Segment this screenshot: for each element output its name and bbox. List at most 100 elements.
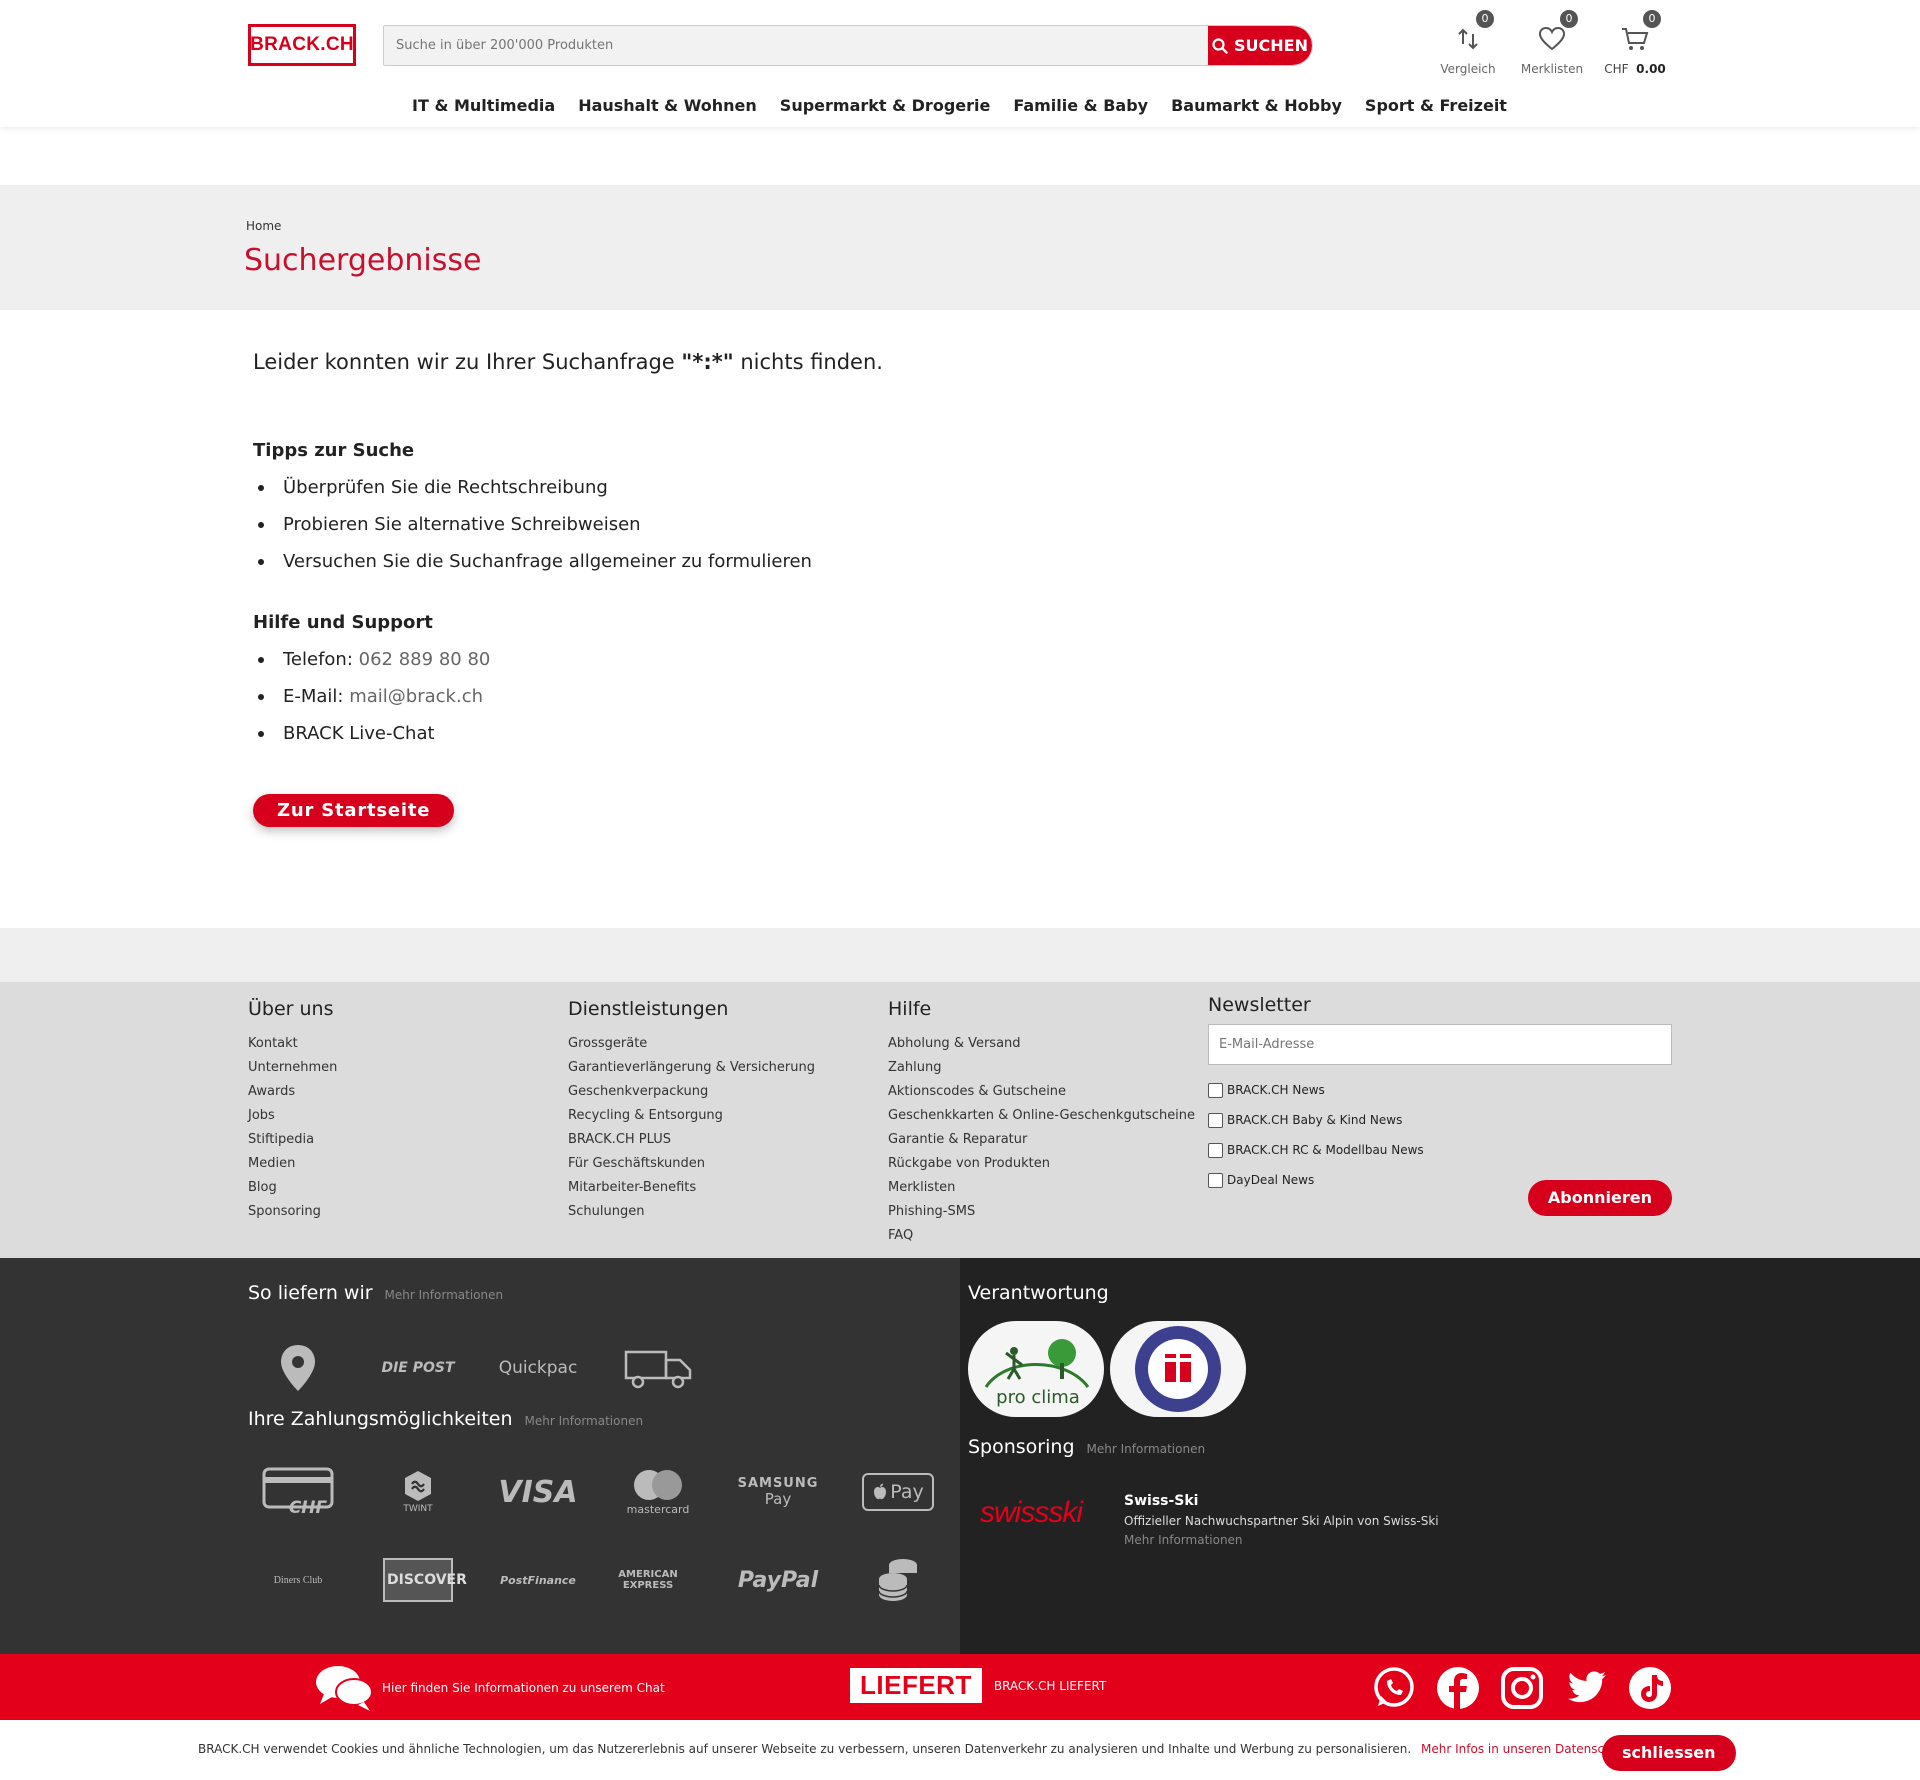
delivery-more-link[interactable]: Mehr Informationen xyxy=(385,1288,504,1302)
chf-card-text: CHF xyxy=(289,1498,328,1517)
footer-link[interactable]: Grossgeräte xyxy=(568,1032,815,1056)
footer-link[interactable]: Blog xyxy=(248,1176,337,1200)
quickpac-logo: Quickpac xyxy=(498,1358,578,1378)
nav-haushalt-wohnen[interactable]: Haushalt & Wohnen xyxy=(578,96,757,115)
newsletter-option-label: BRACK.CH RC & Modellbau News xyxy=(1227,1143,1424,1157)
twitter-icon[interactable] xyxy=(1564,1666,1608,1710)
responsibility-title: Verantwortung xyxy=(968,1282,1109,1304)
sponsoring-heading: Sponsoring Mehr Informationen xyxy=(968,1436,1205,1458)
search-input[interactable] xyxy=(384,26,1208,65)
brack-logo[interactable]: BRACK.CH xyxy=(248,24,356,66)
compare-link[interactable]: 0 Vergleich xyxy=(1428,10,1508,76)
footer-link[interactable]: Awards xyxy=(248,1080,337,1104)
email-label: E-Mail: xyxy=(283,686,344,707)
footer-link[interactable]: Geschenkverpackung xyxy=(568,1080,815,1104)
postfinance-logo: PostFinance xyxy=(500,1573,576,1587)
newsletter-email-field[interactable] xyxy=(1208,1024,1672,1065)
samsung-pay-text: Pay xyxy=(764,1489,792,1508)
swiss-online-garantie-badge[interactable] xyxy=(1110,1321,1246,1417)
chat-info-link[interactable]: Hier finden Sie Informationen zu unserem… xyxy=(312,1662,665,1714)
footer-link[interactable]: Rückgabe von Produkten xyxy=(888,1152,1195,1176)
sponsor-more-link[interactable]: Mehr Informationen xyxy=(1124,1533,1243,1547)
footer-link[interactable]: Garantieverlängerung & Versicherung xyxy=(568,1056,815,1080)
newsletter: Newsletter BRACK.CH News BRACK.CH Baby &… xyxy=(1208,994,1672,1244)
newsletter-option[interactable]: BRACK.CH Baby & Kind News xyxy=(1208,1105,1672,1135)
footer-link[interactable]: Zahlung xyxy=(888,1056,1195,1080)
samsung-pay-logo: SAMSUNG Pay xyxy=(728,1464,828,1520)
whatsapp-icon[interactable] xyxy=(1372,1666,1416,1710)
site-header: BRACK.CH SUCHEN 0 Vergleich 0 Merklisten… xyxy=(0,0,1920,127)
no-results-suffix: nichts finden. xyxy=(740,350,883,374)
home-button[interactable]: Zur Startseite xyxy=(253,794,455,827)
cookie-text: BRACK.CH verwendet Cookies und ähnliche … xyxy=(198,1742,1412,1756)
search-icon xyxy=(1212,37,1228,54)
footer-link[interactable]: Merklisten xyxy=(888,1176,1195,1200)
search-bar: SUCHEN xyxy=(383,25,1313,66)
visa-logo: VISA xyxy=(498,1474,578,1510)
footer-col-about: Über uns Kontakt Unternehmen Awards Jobs… xyxy=(248,998,337,1224)
footer-link[interactable]: Medien xyxy=(248,1152,337,1176)
wishlist-label: Merklisten xyxy=(1520,62,1584,76)
title-band: Home Suchergebnisse xyxy=(0,185,1920,310)
search-button[interactable]: SUCHEN xyxy=(1208,26,1312,65)
wishlist-link[interactable]: 0 Merklisten xyxy=(1512,10,1592,76)
footer-link[interactable]: Garantie & Reparatur xyxy=(888,1128,1195,1152)
subscribe-button[interactable]: Abonnieren xyxy=(1527,1180,1672,1216)
cookie-banner: BRACK.CH verwendet Cookies und ähnliche … xyxy=(0,1720,1920,1780)
footer-link[interactable]: Jobs xyxy=(248,1104,337,1128)
sponsoring-title: Sponsoring xyxy=(968,1436,1075,1458)
footer-link[interactable]: Stiftipedia xyxy=(248,1128,337,1152)
twint-logo: TWINT xyxy=(368,1464,468,1520)
cookie-text-container: BRACK.CH verwendet Cookies und ähnliche … xyxy=(198,1742,1691,1756)
checkbox[interactable] xyxy=(1208,1142,1223,1158)
facebook-icon[interactable] xyxy=(1436,1666,1480,1710)
cart-amount: 0.00 xyxy=(1636,62,1666,76)
pro-clima-badge[interactable]: pro clima xyxy=(968,1321,1104,1417)
breadcrumb-home[interactable]: Home xyxy=(246,219,281,233)
footer-link[interactable]: Aktionscodes & Gutscheine xyxy=(888,1080,1195,1104)
footer-link[interactable]: Phishing-SMS xyxy=(888,1200,1195,1224)
search-query: "*:*" xyxy=(681,350,734,374)
phone-link[interactable]: 062 889 80 80 xyxy=(359,649,491,670)
footer-link[interactable]: Unternehmen xyxy=(248,1056,337,1080)
tip-item: Überprüfen Sie die Rechtschreibung xyxy=(253,469,1153,506)
tip-item: Probieren Sie alternative Schreibweisen xyxy=(253,506,1153,543)
email-link[interactable]: mail@brack.ch xyxy=(349,686,483,707)
footer-link[interactable]: Kontakt xyxy=(248,1032,337,1056)
no-results-prefix: Leider konnten wir zu Ihrer Suchanfrage xyxy=(253,350,675,374)
responsibility-heading: Verantwortung xyxy=(968,1282,1109,1304)
nav-it-multimedia[interactable]: IT & Multimedia xyxy=(412,96,555,115)
footer-link[interactable]: Schulungen xyxy=(568,1200,815,1224)
cookie-close-button[interactable]: schliessen xyxy=(1602,1735,1736,1771)
delivery-payment-section: So liefern wir Mehr Informationen DIE PO… xyxy=(0,1258,960,1654)
tiktok-icon[interactable] xyxy=(1628,1666,1672,1710)
cart-link[interactable]: 0 CHF 0.00 xyxy=(1595,10,1675,76)
footer-link[interactable]: Mitarbeiter-Benefits xyxy=(568,1176,815,1200)
newsletter-option[interactable]: BRACK.CH RC & Modellbau News xyxy=(1208,1135,1672,1165)
tips-heading: Tipps zur Suche xyxy=(253,440,415,461)
footer-link[interactable]: Recycling & Entsorgung xyxy=(568,1104,815,1128)
sponsoring-more-link[interactable]: Mehr Informationen xyxy=(1087,1442,1206,1456)
instagram-icon[interactable] xyxy=(1500,1666,1544,1710)
footer-col-help: Hilfe Abholung & Versand Zahlung Aktions… xyxy=(888,998,1195,1248)
checkbox[interactable] xyxy=(1208,1082,1223,1098)
footer-link[interactable]: FAQ xyxy=(888,1224,1195,1248)
nav-baumarkt-hobby[interactable]: Baumarkt & Hobby xyxy=(1171,96,1342,115)
nav-sport-freizeit[interactable]: Sport & Freizeit xyxy=(1365,96,1507,115)
footer-link[interactable]: Geschenkkarten & Online-Geschenkgutschei… xyxy=(888,1104,1195,1128)
footer-link[interactable]: Sponsoring xyxy=(248,1200,337,1224)
checkbox[interactable] xyxy=(1208,1112,1223,1128)
compare-count-badge: 0 xyxy=(1476,10,1494,28)
footer-link[interactable]: Für Geschäftskunden xyxy=(568,1152,815,1176)
footer-spacer xyxy=(0,928,1920,982)
help-email: E-Mail: mail@brack.ch xyxy=(253,678,1153,715)
payment-more-link[interactable]: Mehr Informationen xyxy=(525,1414,644,1428)
footer-link[interactable]: BRACK.CH PLUS xyxy=(568,1128,815,1152)
footer-link[interactable]: Abholung & Versand xyxy=(888,1032,1195,1056)
nav-familie-baby[interactable]: Familie & Baby xyxy=(1013,96,1148,115)
help-livechat[interactable]: BRACK Live-Chat xyxy=(253,715,1153,752)
brack-liefert[interactable]: LIEFERT BRACK.CH LIEFERT xyxy=(850,1668,1106,1703)
newsletter-option[interactable]: BRACK.CH News xyxy=(1208,1075,1672,1105)
nav-supermarkt-drogerie[interactable]: Supermarkt & Drogerie xyxy=(780,96,991,115)
checkbox[interactable] xyxy=(1208,1172,1223,1188)
